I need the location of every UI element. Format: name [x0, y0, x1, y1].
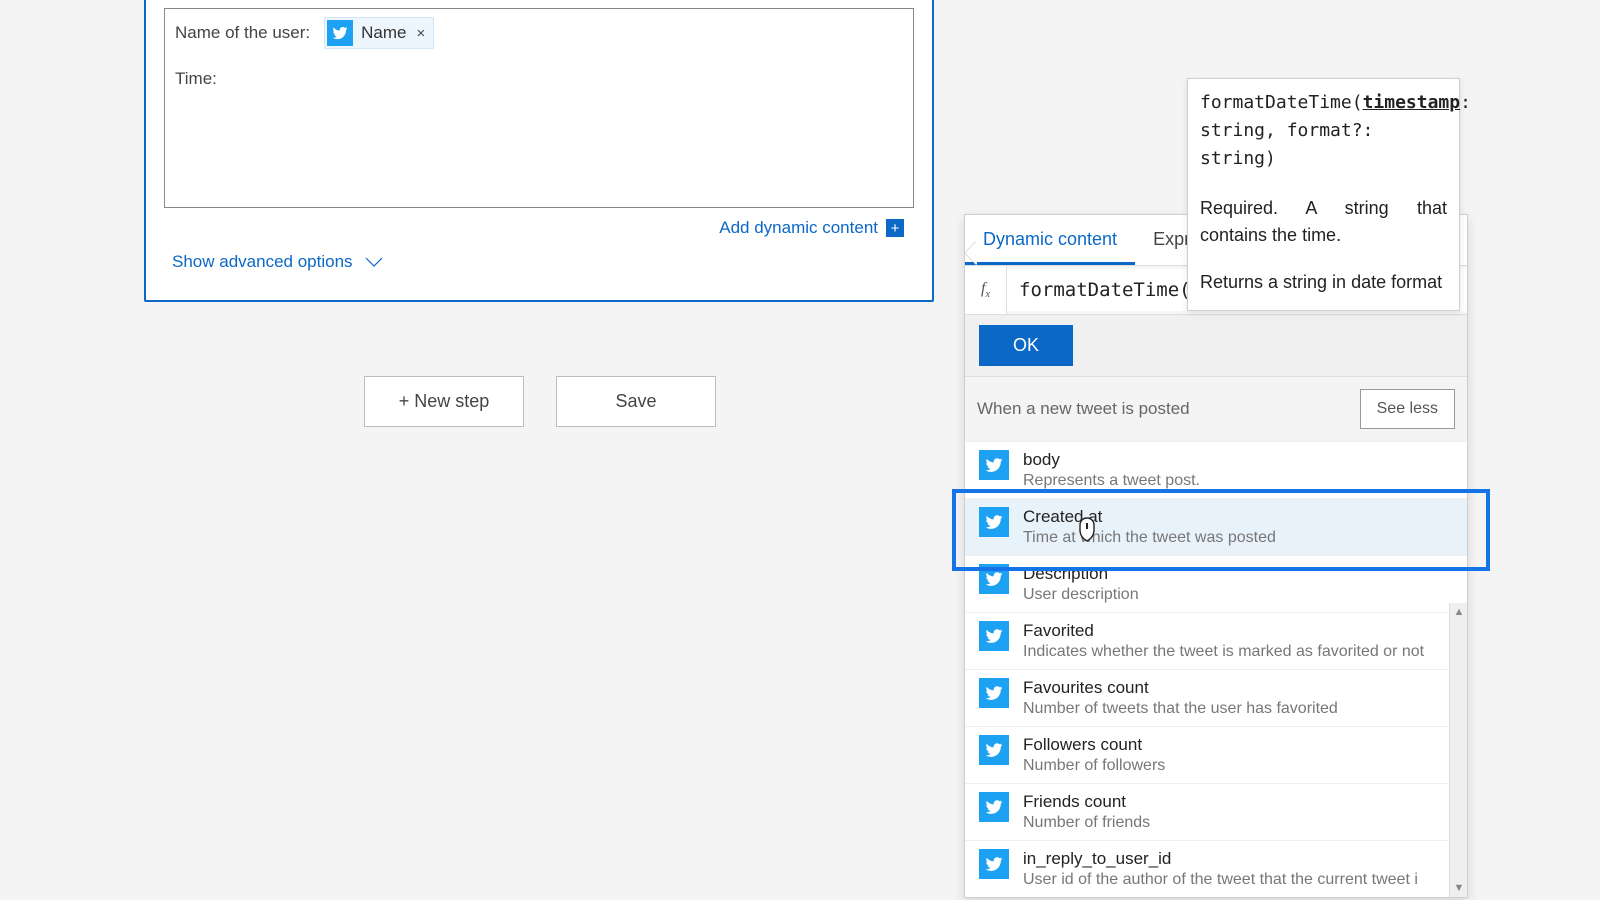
dc-item-title: Favourites count	[1023, 678, 1338, 698]
dc-item-title: in_reply_to_user_id	[1023, 849, 1418, 869]
function-tooltip: formatDateTime(timestamp: string, format…	[1187, 78, 1460, 311]
dc-item-desc: Time at which the tweet was posted	[1023, 529, 1276, 547]
add-dynamic-content-link[interactable]: Add dynamic content	[719, 218, 878, 238]
token-remove-icon[interactable]: ×	[416, 25, 425, 42]
dc-item-desc: Number of friends	[1023, 814, 1150, 832]
dc-item-title: Description	[1023, 564, 1139, 584]
dc-item-friends-count[interactable]: Friends count Number of friends	[965, 783, 1467, 840]
dc-item-favourites-count[interactable]: Favourites count Number of tweets that th…	[965, 669, 1467, 726]
advanced-label: Show advanced options	[172, 252, 353, 272]
dc-item-desc: Represents a tweet post.	[1023, 472, 1200, 490]
see-less-button[interactable]: See less	[1360, 389, 1455, 429]
dynamic-content-popover: Dynamic content Expression fx formatDate…	[964, 214, 1468, 898]
dc-item-desc: User id of the author of the tweet that …	[1023, 871, 1418, 889]
twitter-icon	[979, 849, 1009, 879]
new-step-button[interactable]: + New step	[364, 376, 524, 427]
dc-item-title: Favorited	[1023, 621, 1424, 641]
dc-item-title: Friends count	[1023, 792, 1150, 812]
chevron-down-icon	[365, 254, 383, 274]
token-name[interactable]: Name ×	[324, 17, 434, 49]
plus-icon[interactable]: +	[886, 219, 904, 237]
dynamic-content-list: body Represents a tweet post. Created at Ti…	[965, 441, 1467, 897]
section-title: When a new tweet is posted	[977, 399, 1190, 419]
dc-item-in-reply-to-user-id[interactable]: in_reply_to_user_id User id of the author…	[965, 840, 1467, 897]
function-signature: formatDateTime(timestamp: string, format…	[1200, 89, 1447, 173]
label-time: Time:	[175, 69, 217, 88]
twitter-icon	[327, 20, 353, 46]
dc-item-favorited[interactable]: Favorited Indicates whether the tweet is …	[965, 612, 1467, 669]
twitter-icon	[979, 564, 1009, 594]
message-body-input[interactable]: Name of the user: Name × Time:	[164, 8, 914, 208]
dc-item-desc: Number of followers	[1023, 757, 1165, 775]
scrollbar[interactable]: ▲ ▼	[1449, 603, 1467, 897]
twitter-icon	[979, 735, 1009, 765]
dc-item-desc: Number of tweets that the user has favor…	[1023, 700, 1338, 718]
param-description: Required. A string that contains the tim…	[1200, 195, 1447, 249]
tab-dynamic-content[interactable]: Dynamic content	[965, 215, 1135, 265]
dc-item-body[interactable]: body Represents a tweet post.	[965, 441, 1467, 498]
dc-item-created-at[interactable]: Created at Time at which the tweet was po…	[965, 498, 1467, 555]
dc-item-title: Created at	[1023, 507, 1276, 527]
scroll-down-icon[interactable]: ▼	[1450, 879, 1468, 897]
twitter-icon	[979, 678, 1009, 708]
flow-step-card: Name of the user: Name × Time: Add dynam…	[144, 0, 934, 302]
fx-icon: fx	[965, 266, 1007, 314]
return-description: Returns a string in date format	[1200, 269, 1447, 296]
twitter-icon	[979, 792, 1009, 822]
show-advanced-options[interactable]: Show advanced options	[164, 238, 914, 282]
scroll-up-icon[interactable]: ▲	[1450, 603, 1468, 621]
dc-item-title: body	[1023, 450, 1200, 470]
dc-item-title: Followers count	[1023, 735, 1165, 755]
dc-item-desc: Indicates whether the tweet is marked as…	[1023, 643, 1424, 661]
token-label: Name	[361, 23, 406, 43]
twitter-icon	[979, 450, 1009, 480]
label-name-of-user: Name of the user:	[175, 23, 310, 43]
dc-item-description[interactable]: Description User description	[965, 555, 1467, 612]
dc-item-desc: User description	[1023, 586, 1139, 604]
twitter-icon	[979, 507, 1009, 537]
save-button[interactable]: Save	[556, 376, 716, 427]
ok-button[interactable]: OK	[979, 325, 1073, 366]
twitter-icon	[979, 621, 1009, 651]
dc-item-followers-count[interactable]: Followers count Number of followers	[965, 726, 1467, 783]
step-buttons: + New step Save	[364, 376, 716, 427]
